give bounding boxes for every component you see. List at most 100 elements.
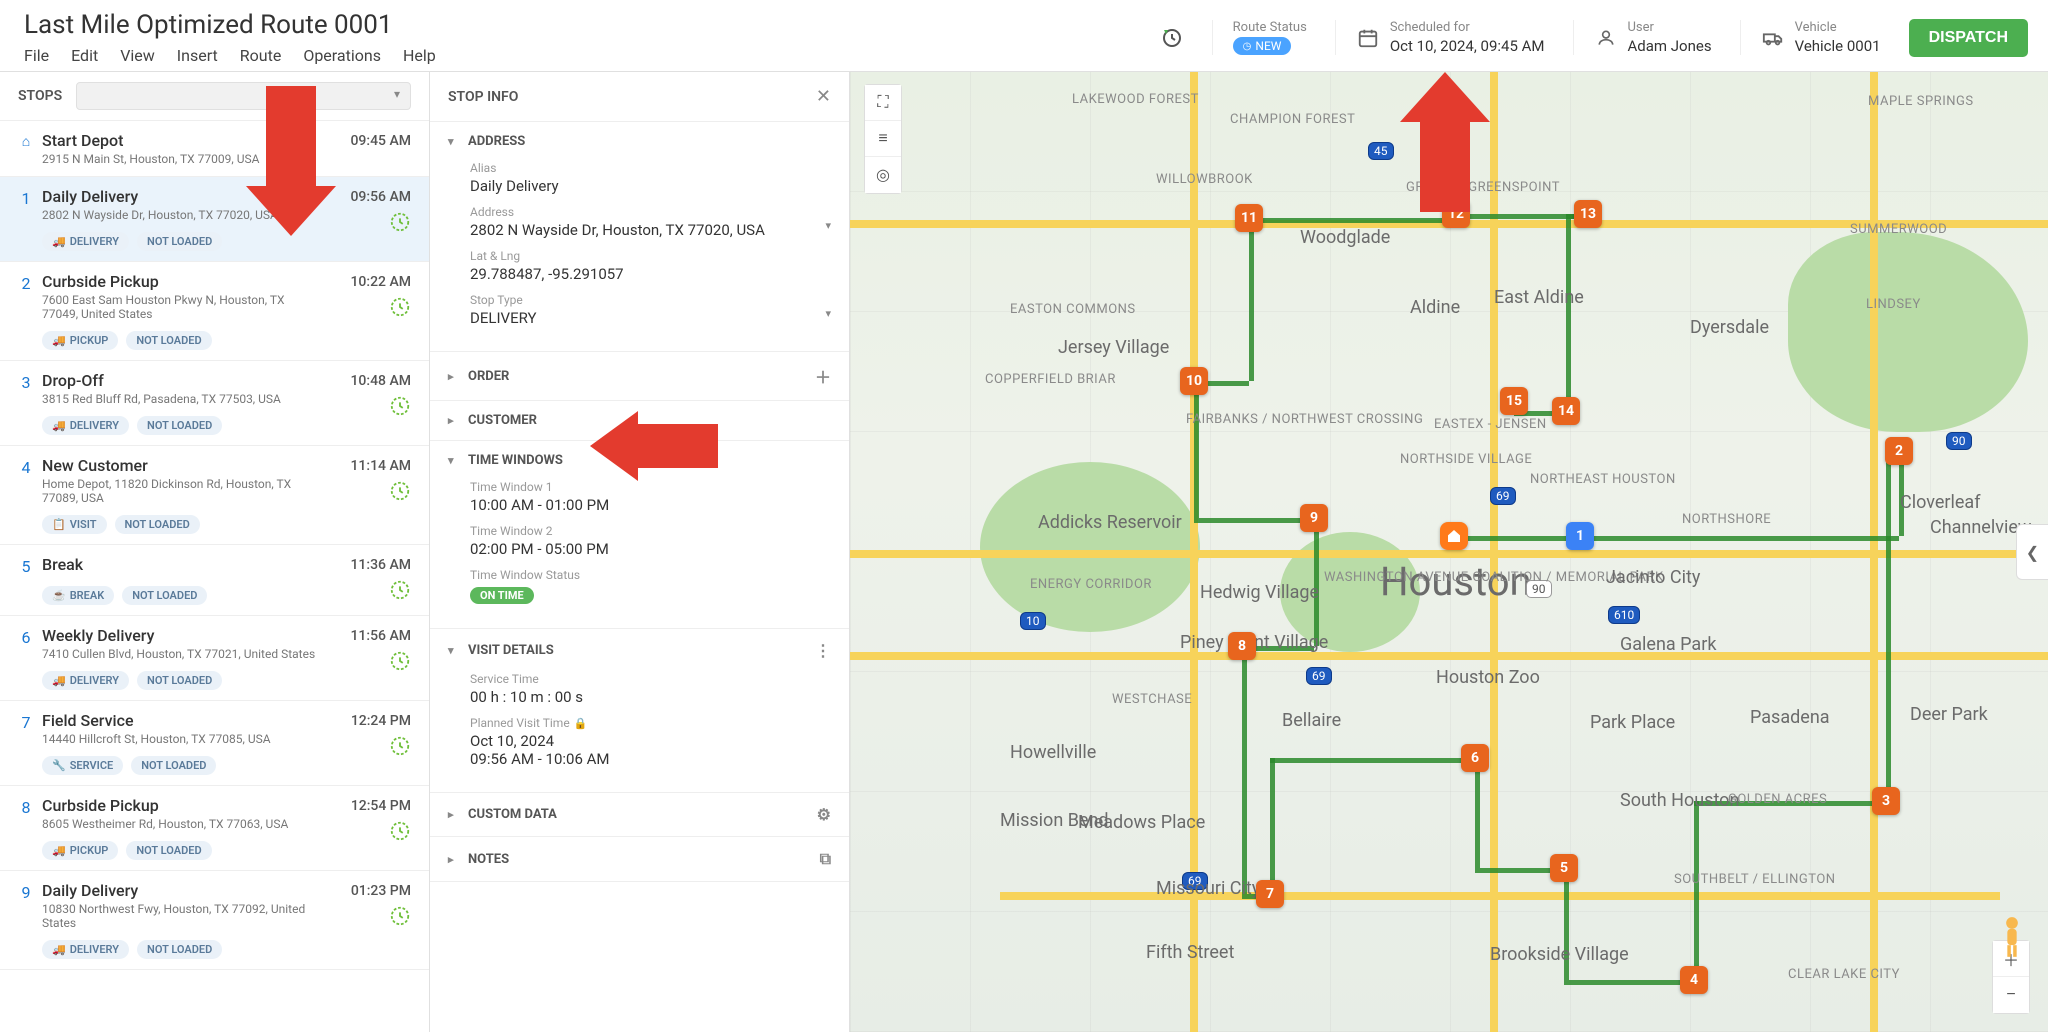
menu-item-route[interactable]: Route <box>240 46 282 65</box>
close-icon[interactable]: ✕ <box>816 86 831 107</box>
map-place-label: Cloverleaf <box>1900 492 1980 513</box>
add-note-icon[interactable]: ⧉ <box>820 849 831 869</box>
map-place-label: EASTEX - JENSEN <box>1434 417 1547 432</box>
tag-not-loaded: NOT LOADED <box>137 671 222 690</box>
menu-item-insert[interactable]: Insert <box>177 46 218 65</box>
stops-list[interactable]: ⌂Start Depot2915 N Main St, Houston, TX … <box>0 121 429 1032</box>
user-group[interactable]: User Adam Jones <box>1573 20 1712 55</box>
planned-date: Oct 10, 2024 <box>470 732 831 750</box>
stop-tags: PICKUPNOT LOADED <box>42 841 411 860</box>
pegman-icon[interactable] <box>1998 916 2026 952</box>
menu-item-view[interactable]: View <box>120 46 155 65</box>
map[interactable]: Houston 10 69 45 69 90 90 610 69 ⛶ ≡ ◎ ＋… <box>850 72 2048 1032</box>
chevron-down-icon[interactable]: ▾ <box>825 307 831 320</box>
map-place-label: Houston Zoo <box>1436 667 1540 688</box>
map-place-label: Bellaire <box>1282 710 1341 731</box>
menu-item-help[interactable]: Help <box>403 46 436 65</box>
app-header: Last Mile Optimized Route 0001 FileEditV… <box>0 0 2048 71</box>
stops-filter-dropdown[interactable] <box>76 82 411 110</box>
map-marker-7[interactable]: 7 <box>1256 880 1284 908</box>
dispatch-button[interactable]: DISPATCH <box>1909 19 2028 57</box>
chevron-down-icon[interactable]: ▾ <box>825 219 831 232</box>
stop-number: 5 <box>18 555 34 576</box>
chevron-right-icon: ▸ <box>448 370 460 383</box>
reoptimize-icon[interactable] <box>1160 26 1184 50</box>
stop-address: 3815 Red Bluff Rd, Pasadena, TX 77503, U… <box>42 392 322 406</box>
map-marker-10[interactable]: 10 <box>1180 367 1208 395</box>
stop-tags: PICKUPNOT LOADED <box>42 331 411 350</box>
map-marker-11[interactable]: 11 <box>1235 204 1263 232</box>
zoom-out-button[interactable]: − <box>1993 977 2029 1013</box>
menu-item-operations[interactable]: Operations <box>303 46 381 65</box>
tw1-value[interactable]: 10:00 AM - 01:00 PM <box>470 496 831 514</box>
menu-item-edit[interactable]: Edit <box>71 46 98 65</box>
service-label: Service Time <box>470 672 831 686</box>
clock-icon <box>389 579 411 601</box>
map-marker-6[interactable]: 6 <box>1461 744 1489 772</box>
map-marker-2[interactable]: 2 <box>1885 437 1913 465</box>
section-custom-header[interactable]: ▸ CUSTOM DATA ⚙ <box>430 793 849 836</box>
map-marker-8[interactable]: 8 <box>1228 632 1256 660</box>
map-marker-14[interactable]: 14 <box>1552 397 1580 425</box>
map-marker-5[interactable]: 5 <box>1550 854 1578 882</box>
section-custom-label: CUSTOM DATA <box>468 807 557 822</box>
section-notes-header[interactable]: ▸ NOTES ⧉ <box>430 837 849 881</box>
layers-button[interactable]: ≡ <box>865 121 901 157</box>
clock-icon <box>389 650 411 672</box>
fullscreen-button[interactable]: ⛶ <box>865 85 901 121</box>
stop-1[interactable]: 1Daily Delivery2802 N Wayside Dr, Housto… <box>0 177 429 262</box>
chevron-down-icon: ▾ <box>448 135 460 148</box>
map-marker-home[interactable] <box>1440 522 1468 550</box>
map-road <box>1870 72 1878 1032</box>
alias-value[interactable]: Daily Delivery <box>470 177 831 195</box>
locate-button[interactable]: ◎ <box>865 157 901 193</box>
map-marker-13[interactable]: 13 <box>1574 200 1602 228</box>
stop-depot[interactable]: ⌂Start Depot2915 N Main St, Houston, TX … <box>0 121 429 177</box>
section-address: ▾ ADDRESS AliasDaily Delivery Address280… <box>430 122 849 352</box>
clock-icon <box>389 480 411 502</box>
map-road <box>1000 892 2000 900</box>
stop-9[interactable]: 9Daily Delivery10830 Northwest Fwy, Hous… <box>0 871 429 970</box>
vehicle-group[interactable]: Vehicle Vehicle 0001 <box>1740 20 1881 55</box>
stop-tags: DELIVERYNOT LOADED <box>42 416 411 435</box>
stop-tags: SERVICENOT LOADED <box>42 756 411 775</box>
menu-item-file[interactable]: File <box>24 46 49 65</box>
section-order-header[interactable]: ▸ ORDER ＋ <box>430 352 849 400</box>
map-marker-9[interactable]: 9 <box>1300 504 1328 532</box>
map-road <box>850 550 2048 558</box>
gear-icon[interactable]: ⚙ <box>817 805 831 824</box>
stop-time: 11:36 AM <box>350 557 411 573</box>
tag-not-loaded: NOT LOADED <box>115 515 200 534</box>
stop-8[interactable]: 8Curbside Pickup8605 Westheimer Rd, Hous… <box>0 786 429 871</box>
map-marker-1[interactable]: 1 <box>1566 522 1594 550</box>
map-place-label: LINDSEY <box>1866 297 1921 312</box>
stop-2[interactable]: 2Curbside Pickup7600 East Sam Houston Pk… <box>0 262 429 361</box>
chevron-down-icon: ▾ <box>448 454 460 467</box>
plus-icon[interactable]: ＋ <box>815 364 831 388</box>
stop-7[interactable]: 7Field Service14440 Hillcroft St, Housto… <box>0 701 429 786</box>
chevron-right-icon: ▸ <box>448 853 460 866</box>
address-value[interactable]: 2802 N Wayside Dr, Houston, TX 77020, US… <box>470 221 831 239</box>
scheduled-group[interactable]: Scheduled for Oct 10, 2024, 09:45 AM <box>1335 20 1545 55</box>
stop-time: 09:56 AM <box>350 189 411 205</box>
map-marker-15[interactable]: 15 <box>1500 387 1528 415</box>
map-marker-4[interactable]: 4 <box>1680 966 1708 994</box>
stop-number: 3 <box>18 371 34 392</box>
service-value[interactable]: 00 h : 10 m : 00 s <box>470 688 831 706</box>
map-place-label: CHAMPION FOREST <box>1230 112 1355 127</box>
stop-tags: DELIVERYNOT LOADED <box>42 232 411 251</box>
map-marker-3[interactable]: 3 <box>1872 787 1900 815</box>
stop-3[interactable]: 3Drop-Off3815 Red Bluff Rd, Pasadena, TX… <box>0 361 429 446</box>
stop-5[interactable]: 5Break11:36 AMBREAKNOT LOADED <box>0 545 429 616</box>
more-icon[interactable]: ⋮ <box>815 641 831 660</box>
section-address-header[interactable]: ▾ ADDRESS <box>430 122 849 161</box>
stop-4[interactable]: 4New CustomerHome Depot, 11820 Dickinson… <box>0 446 429 545</box>
section-notes: ▸ NOTES ⧉ <box>430 837 849 882</box>
stop-address: 7410 Cullen Blvd, Houston, TX 77021, Uni… <box>42 647 322 661</box>
stoptype-value[interactable]: DELIVERY <box>470 309 831 327</box>
map-place-label: Deer Park <box>1910 704 1988 725</box>
tw2-value[interactable]: 02:00 PM - 05:00 PM <box>470 540 831 558</box>
stop-6[interactable]: 6Weekly Delivery7410 Cullen Blvd, Housto… <box>0 616 429 701</box>
section-visit-header[interactable]: ▾ VISIT DETAILS ⋮ <box>430 629 849 672</box>
collapse-panel-button[interactable]: ❮ <box>2016 524 2048 580</box>
